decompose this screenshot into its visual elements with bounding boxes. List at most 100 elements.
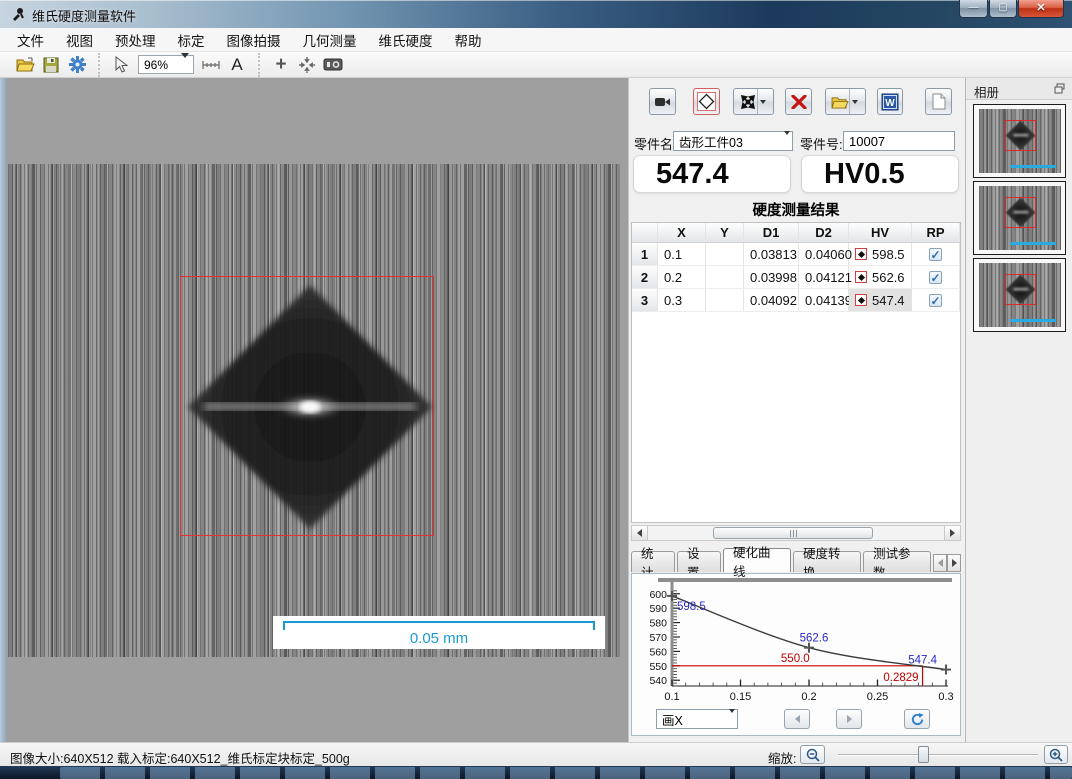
chevron-left-icon [795,715,800,723]
refresh-chart-button[interactable] [904,709,930,729]
zoom-slider-track[interactable] [838,754,1038,756]
cell-d2: 0.04121 [799,266,849,288]
maximize-button[interactable]: ▢ [989,0,1017,18]
svg-text:598.5: 598.5 [677,601,706,613]
zoom-level-value: 96% [144,58,168,72]
zoom-out-button[interactable] [800,745,825,764]
camera-icon [323,58,343,71]
export-word-button[interactable]: W [877,88,903,115]
cell-y [706,289,744,311]
table-row[interactable]: 3 0.3 0.04092 0.04139 547.4 ✓ [632,289,960,312]
album-header: 相册 [966,78,1072,100]
part-no-input[interactable]: 10007 [843,131,955,151]
menu-file[interactable]: 文件 [6,27,55,53]
col-d2[interactable]: D2 [799,223,849,242]
cell-x: 0.1 [658,243,706,265]
taskbar-buttons[interactable] [60,767,1072,779]
menu-image-capture[interactable]: 图像拍摄 [216,27,292,53]
col-y[interactable]: Y [706,223,744,242]
menu-vickers-hardness[interactable]: 维氏硬度 [368,27,444,53]
measurement-panel: W 零件名: 齿形工件03 零件号: 10007 547.4 HV0.5 硬度测… [628,78,965,742]
col-rp[interactable]: RP [912,223,960,242]
auto-measure-button[interactable] [733,88,774,115]
new-report-button[interactable] [925,88,952,115]
next-point-button[interactable] [836,709,862,729]
settings-button[interactable] [64,54,90,76]
album-thumbnail-1[interactable] [973,104,1066,178]
rp-checkbox[interactable]: ✓ [929,248,942,261]
scroll-left-arrow[interactable] [632,526,648,540]
save-icon [43,57,59,73]
scroll-right-arrow[interactable] [944,526,960,540]
cell-rp: ✓ [912,243,960,265]
float-panel-icon[interactable] [1054,83,1065,94]
col-index[interactable] [632,223,658,242]
diamond-indent-icon [697,92,716,111]
zoom-level-select[interactable]: 96% [138,55,194,74]
auto-center-button[interactable] [294,54,320,76]
svg-text:562.6: 562.6 [800,633,829,645]
album-thumbnail-3[interactable] [973,258,1066,332]
measure-tool-button[interactable] [198,54,224,76]
menu-calibration[interactable]: 标定 [167,27,216,53]
app-window: 维氏硬度测量软件 — ▢ ✕ 文件 视图 预处理 标定 图像拍摄 几何测量 维氏… [0,0,1072,779]
minimize-button[interactable]: — [959,0,988,18]
zoom-slider-handle[interactable] [918,746,929,763]
tab-hardening-curve[interactable]: 硬化曲线 [723,548,791,572]
svg-text:0.2: 0.2 [801,691,816,703]
zoom-in-button[interactable] [1044,745,1068,764]
tab-settings[interactable]: 设置 [677,551,721,572]
tab-scroll-right[interactable] [947,554,961,572]
col-x[interactable]: X [658,223,706,242]
part-name-select[interactable]: 齿形工件03 [673,131,793,151]
svg-text:0.2829: 0.2829 [883,672,918,684]
menu-help[interactable]: 帮助 [444,27,493,53]
scrollbar-thumb[interactable] [713,527,873,539]
table-row[interactable]: 2 0.2 0.03998 0.04121 562.6 ✓ [632,266,960,289]
tab-test-parameters[interactable]: 测试参数 [863,551,931,572]
rp-checkbox[interactable]: ✓ [929,271,942,284]
load-image-button[interactable] [825,88,866,115]
pointer-tool-button[interactable] [108,54,134,76]
delete-result-button[interactable] [785,88,812,115]
measure-indent-button[interactable] [693,88,720,115]
cell-d2: 0.04060 [799,243,849,265]
col-hv[interactable]: HV [849,223,912,242]
windows-taskbar[interactable] [0,766,1072,779]
crosshair-tool-button[interactable]: + [268,54,294,76]
tab-statistics[interactable]: 统计 [631,551,675,572]
table-horizontal-scrollbar[interactable] [631,525,961,541]
chart-axis-select[interactable]: 画X [656,709,738,729]
cell-rp: ✓ [912,266,960,288]
album-thumbnail-2[interactable] [973,181,1066,255]
app-icon [9,6,25,22]
load-image-dropdown[interactable] [849,89,861,114]
part-no-value: 10007 [849,134,885,149]
text-tool-button[interactable]: A [224,54,250,76]
cell-x: 0.2 [658,266,706,288]
menu-preprocess[interactable]: 预处理 [104,27,167,53]
close-button[interactable]: ✕ [1018,0,1064,18]
prev-point-button[interactable] [784,709,810,729]
save-button[interactable] [38,54,64,76]
plus-icon: + [275,54,286,76]
auto-measure-dropdown[interactable] [757,89,769,114]
rp-checkbox[interactable]: ✓ [929,294,942,307]
menu-view[interactable]: 视图 [55,27,104,53]
measurement-roi-box[interactable] [180,276,434,536]
col-d1[interactable]: D1 [744,223,799,242]
open-file-button[interactable] [12,54,38,76]
video-capture-button[interactable] [649,88,676,115]
specimen-image[interactable]: 0.05 mm [8,164,620,657]
table-row[interactable]: 1 0.1 0.03813 0.04060 598.5 ✓ [632,243,960,266]
capture-image-button[interactable] [320,54,346,76]
hardness-scale-readout: HV0.5 [801,155,959,193]
menu-geometry-measure[interactable]: 几何测量 [292,27,368,53]
gear-icon [69,56,86,73]
tab-scroll-left[interactable] [933,554,947,572]
thumbnail-indent [1006,275,1036,305]
tab-hardness-conversion[interactable]: 硬度转换 [793,551,861,572]
part-name-value: 齿形工件03 [679,132,743,151]
ruler-icon [201,59,221,71]
chevron-down-icon [852,100,858,104]
